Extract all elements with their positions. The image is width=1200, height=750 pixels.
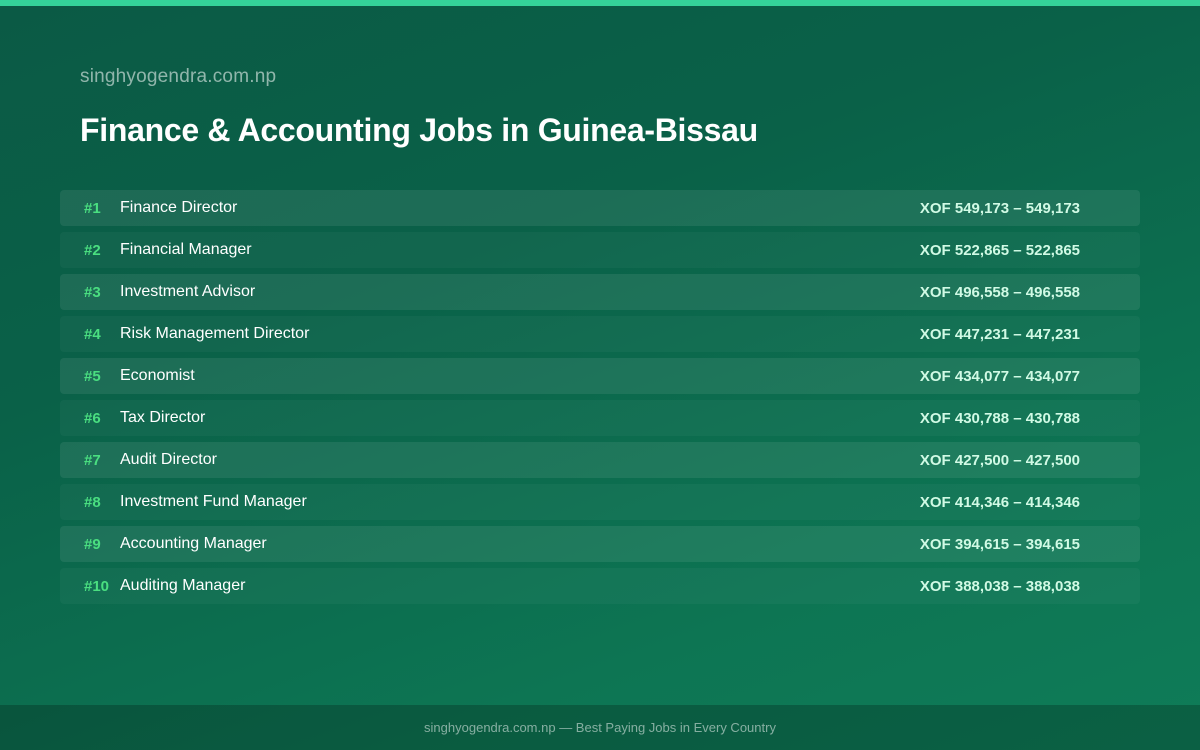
footer: singhyogendra.com.np — Best Paying Jobs …: [0, 705, 1200, 750]
job-rank: #4: [84, 325, 101, 343]
job-rank: #1: [84, 199, 101, 217]
job-salary: XOF 549,173 – 549,173: [919, 199, 1080, 217]
job-rank: #5: [84, 367, 101, 385]
job-title: Audit Director: [120, 451, 217, 468]
job-rank: #8: [84, 493, 101, 511]
job-salary: XOF 414,346 – 414,346: [919, 493, 1080, 511]
job-title: Finance Director: [120, 199, 238, 216]
job-row[interactable]: #10 Auditing Manager XOF 388,038 – 388,0…: [60, 568, 1140, 604]
job-row[interactable]: #2 Financial Manager XOF 522,865 – 522,8…: [60, 232, 1140, 268]
job-salary: XOF 430,788 – 430,788: [919, 409, 1080, 427]
job-row[interactable]: #7 Audit Director XOF 427,500 – 427,500: [60, 442, 1140, 478]
footer-text: singhyogendra.com.np — Best Paying Jobs …: [424, 720, 776, 735]
job-row[interactable]: #4 Risk Management Director XOF 447,231 …: [60, 316, 1140, 352]
job-rank: #2: [84, 241, 101, 259]
job-salary: XOF 434,077 – 434,077: [919, 367, 1080, 385]
job-title: Investment Fund Manager: [120, 493, 307, 510]
job-title: Financial Manager: [120, 241, 252, 258]
job-title: Accounting Manager: [120, 535, 267, 552]
job-list: #1 Finance Director XOF 549,173 – 549,17…: [60, 190, 1140, 610]
job-title: Tax Director: [120, 409, 206, 426]
site-name: singhyogendra.com.np: [80, 66, 277, 87]
job-rank: #6: [84, 409, 101, 427]
job-salary: XOF 388,038 – 388,038: [919, 577, 1080, 595]
job-row[interactable]: #5 Economist XOF 434,077 – 434,077: [60, 358, 1140, 394]
job-title: Investment Advisor: [120, 283, 256, 300]
job-row[interactable]: #1 Finance Director XOF 549,173 – 549,17…: [60, 190, 1140, 226]
job-row[interactable]: #6 Tax Director XOF 430,788 – 430,788: [60, 400, 1140, 436]
job-salary: XOF 522,865 – 522,865: [919, 241, 1080, 259]
job-title: Economist: [120, 367, 195, 384]
job-salary: XOF 447,231 – 447,231: [919, 325, 1080, 343]
top-accent-bar: [0, 0, 1200, 6]
job-row[interactable]: #9 Accounting Manager XOF 394,615 – 394,…: [60, 526, 1140, 562]
job-rank: #9: [84, 535, 101, 553]
job-row[interactable]: #3 Investment Advisor XOF 496,558 – 496,…: [60, 274, 1140, 310]
job-salary: XOF 496,558 – 496,558: [919, 283, 1080, 301]
job-title: Risk Management Director: [120, 325, 310, 342]
job-rank: #7: [84, 451, 101, 469]
job-salary: XOF 427,500 – 427,500: [919, 451, 1080, 469]
job-rank: #3: [84, 283, 101, 301]
job-rank: #10: [84, 577, 110, 595]
job-salary: XOF 394,615 – 394,615: [919, 535, 1080, 553]
page-title: Finance & Accounting Jobs in Guinea-Biss…: [80, 112, 758, 148]
job-title: Auditing Manager: [120, 577, 246, 594]
job-row[interactable]: #8 Investment Fund Manager XOF 414,346 –…: [60, 484, 1140, 520]
